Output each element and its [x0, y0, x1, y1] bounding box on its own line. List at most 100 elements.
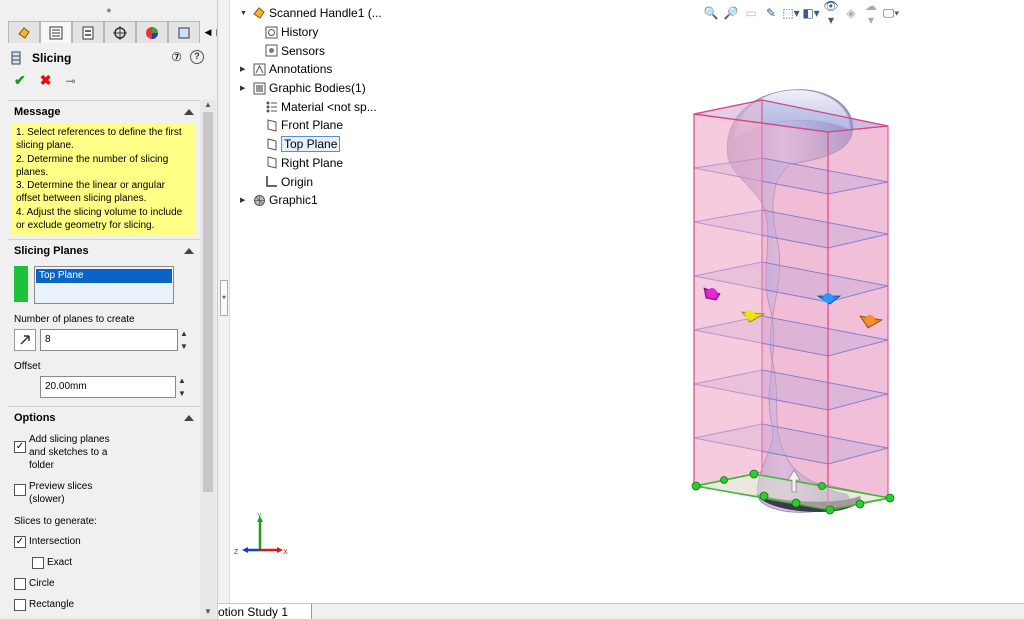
splitter-handle[interactable]: ● [220, 280, 228, 316]
display-style-icon[interactable]: ◧▾ [802, 6, 820, 20]
tree-item-label: History [281, 25, 319, 40]
circle-row: Circle [14, 577, 194, 591]
edit-appearance-icon[interactable]: ◈ [842, 6, 860, 20]
hide-show-items-icon[interactable]: 👁▾ [822, 0, 840, 27]
zoom-to-fit-icon[interactable]: 🔍 [702, 6, 720, 20]
add-to-folder-label-line: Add slicing planes [29, 434, 110, 446]
tree-item-right-plane[interactable]: Right Plane [240, 154, 382, 173]
scroll-down-icon[interactable]: ▼ [200, 607, 216, 619]
tree-item-graphic-bodies[interactable]: ▶ Graphic Bodies(1) [240, 79, 382, 98]
motion-study-tab[interactable]: otion Study 1 [218, 604, 312, 619]
rectangle-label: Rectangle [29, 599, 75, 611]
circle-label: Circle [29, 578, 55, 590]
pushpin-icon[interactable]: ⊸ [65, 74, 75, 88]
material-icon [264, 100, 278, 114]
tree-item-graphic1[interactable]: ▶ Graphic1 [240, 191, 382, 210]
offset-row: 20.00mm ▲ ▼ [14, 376, 194, 399]
preview-checkbox[interactable] [14, 484, 26, 497]
dimxpert-tab[interactable] [104, 21, 136, 43]
manager-tabs: ◀ ▶ [8, 21, 217, 43]
exact-checkbox[interactable] [32, 557, 44, 570]
previous-view-icon[interactable]: ▭ [742, 6, 760, 20]
direction-arrow-icon[interactable] [14, 329, 36, 352]
slices-to-generate-label: Slices to generate: [14, 516, 97, 528]
selected-plane-item[interactable]: Top Plane [36, 269, 172, 284]
exact-row: Exact [14, 556, 194, 570]
tree-expand-icon[interactable]: ▶ [240, 84, 252, 92]
num-planes-stepper[interactable]: ▲ ▼ [180, 329, 190, 351]
origin-icon [264, 175, 278, 189]
options-header[interactable]: Options [14, 407, 194, 429]
plane-icon [264, 137, 278, 151]
graphics-area[interactable]: ▼ Scanned Handle1 (... History Sensors ▶… [230, 0, 1024, 603]
section-view-icon[interactable]: ✎ [762, 6, 780, 20]
tree-root[interactable]: ▼ Scanned Handle1 (... [240, 4, 382, 23]
pm-header: Slicing ⑦ ? [8, 46, 210, 70]
rectangle-checkbox[interactable] [14, 599, 26, 612]
coordinate-triad: Y X Z [234, 513, 288, 556]
collapse-caret-icon[interactable] [184, 415, 194, 422]
configurationmanager-tab[interactable] [72, 21, 104, 43]
num-planes-label: Number of planes to create [14, 314, 135, 326]
tree-expand-icon[interactable]: ▶ [240, 196, 252, 204]
pm-actions: ✔ ✖ ⊸ [14, 72, 76, 89]
plane-selection-listbox[interactable]: Top Plane [34, 266, 174, 305]
tree-item-annotations[interactable]: ▶ Annotations [240, 60, 382, 79]
panel-grip[interactable]: ● [0, 0, 217, 20]
tab-scroll-left-icon[interactable]: ◀ [202, 23, 214, 41]
tree-expand-icon[interactable]: ▼ [240, 10, 252, 17]
collapse-caret-icon[interactable] [184, 248, 194, 255]
add-to-folder-label: Add slicing planes and sketches to a fol… [29, 433, 110, 472]
tree-item-origin[interactable]: Origin [240, 172, 382, 191]
tree-item-label: Right Plane [281, 155, 344, 170]
intersection-checkbox[interactable]: ✓ [14, 536, 26, 549]
graphic-bodies-icon [252, 81, 266, 95]
tree-item-front-plane[interactable]: Front Plane [240, 116, 382, 135]
offset-input[interactable]: 20.00mm [40, 376, 176, 399]
message-line: planes. [16, 166, 49, 178]
history-icon [264, 25, 278, 39]
part-icon [252, 6, 266, 20]
ok-checkmark-icon[interactable]: ✔ [14, 72, 26, 89]
scroll-thumb[interactable] [203, 112, 213, 492]
display-manager-tab[interactable] [136, 21, 168, 43]
help-icon[interactable]: ? [190, 50, 204, 64]
preview-label: Preview slices (slower) [29, 480, 92, 506]
tree-item-history[interactable]: History [240, 23, 382, 42]
pm-scrollbar[interactable]: ▲ ▼ [200, 100, 216, 619]
message-group-header[interactable]: Message [14, 101, 194, 123]
message-box: 1. Select references to define the first… [12, 123, 196, 236]
view-orientation-icon[interactable]: ⬚▾ [782, 6, 800, 20]
tree-item-label: Material <not sp... [281, 99, 377, 114]
graphic-mesh-icon [252, 193, 266, 207]
apply-scene-icon[interactable]: ☁▾ [862, 0, 880, 27]
collapse-caret-icon[interactable] [184, 109, 194, 115]
tree-root-label: Scanned Handle1 (... [269, 6, 382, 21]
rectangle-row: Rectangle [14, 598, 194, 612]
plane-icon [264, 118, 278, 132]
whats-wrong-icon[interactable]: ⑦ [171, 50, 182, 64]
circle-checkbox[interactable] [14, 578, 26, 591]
custom-tab[interactable] [168, 21, 200, 43]
zoom-to-area-icon[interactable]: 🔎 [722, 6, 740, 20]
slicing-planes-header[interactable]: Slicing Planes [14, 240, 194, 262]
tab-scroll-arrows: ◀ ▶ [202, 21, 217, 43]
propertymanager-tab[interactable] [40, 21, 72, 43]
num-planes-input[interactable]: 8 [40, 329, 178, 352]
scroll-up-icon[interactable]: ▲ [200, 100, 216, 112]
tree-expand-icon[interactable]: ▶ [240, 65, 252, 73]
featuremanager-icon [18, 26, 30, 39]
tree-item-sensors[interactable]: Sensors [240, 41, 382, 60]
add-to-folder-checkbox[interactable]: ✓ [14, 441, 26, 454]
cancel-x-icon[interactable]: ✖ [40, 72, 52, 89]
tree-item-top-plane[interactable]: Top Plane [240, 135, 382, 154]
tree-item-material[interactable]: Material <not sp... [240, 97, 382, 116]
featuremanager-tab[interactable] [8, 21, 40, 43]
panel-splitter[interactable]: ● [218, 0, 230, 603]
offset-stepper[interactable]: ▲ ▼ [178, 376, 188, 398]
add-to-folder-row: ✓ Add slicing planes and sketches to a f… [14, 433, 194, 472]
tree-item-label: Top Plane [281, 136, 341, 153]
bottom-tab-bar: otion Study 1 [218, 603, 1024, 619]
options-group: Options ✓ Add slicing planes and sketche… [8, 406, 200, 612]
view-settings-icon[interactable]: 🖵▾ [882, 6, 900, 21]
